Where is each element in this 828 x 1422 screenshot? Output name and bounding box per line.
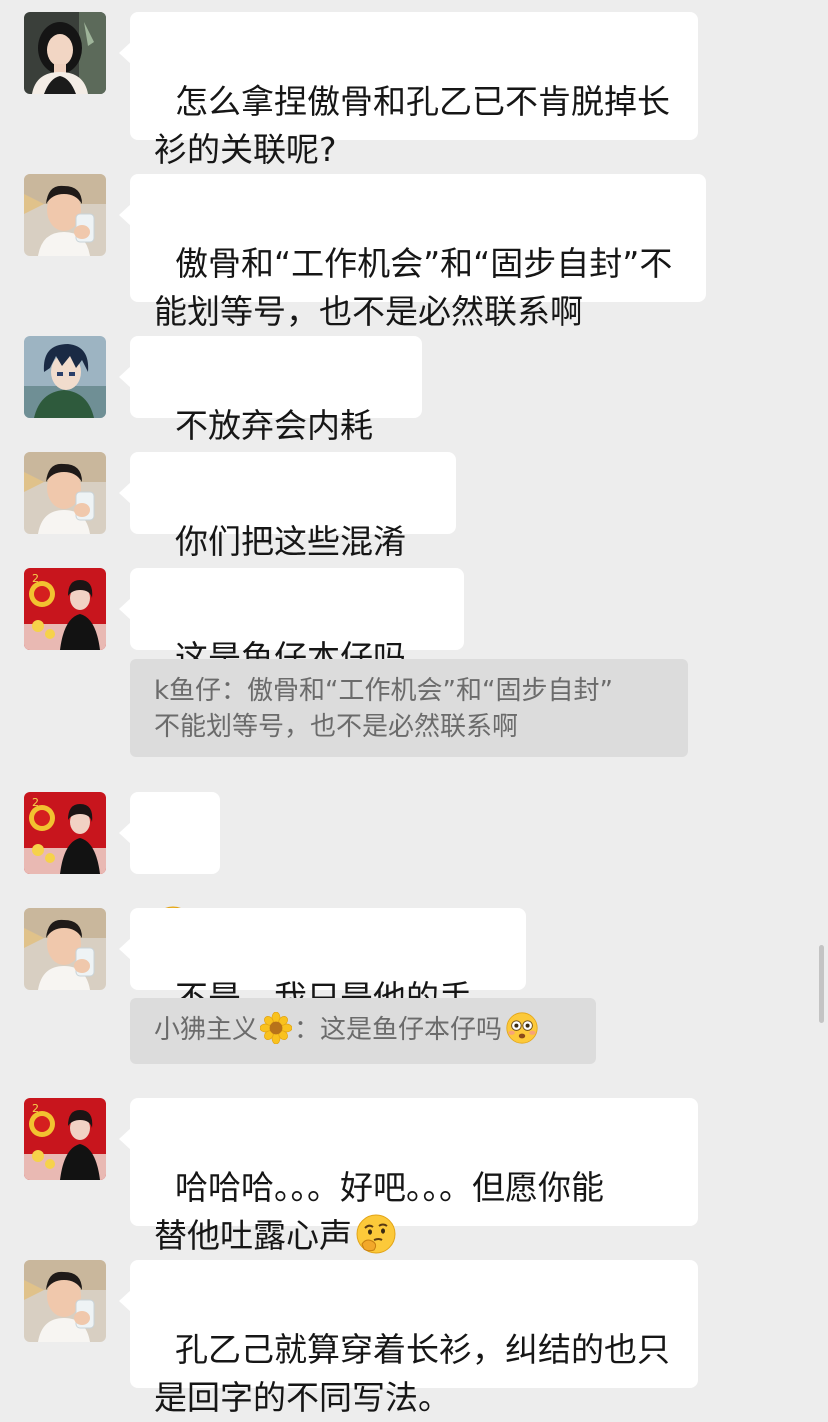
message-bubble[interactable]: 不放弃会内耗吧 [119,336,422,493]
message-bubble[interactable]: 怎么拿捏傲骨和孔乙已不肯脱掉长 衫的关联呢? [119,12,698,169]
man-drinking-avatar[interactable] [24,452,106,534]
message-bubble[interactable]: 傲骨和“工作机会”和“固步自封”不 能划等号，也不是必然联系啊 [119,174,706,331]
message-bubble[interactable]: 不是，我只是他的手机 [119,908,526,1065]
message-text: 怎么拿捏傲骨和孔乙已不肯脱掉长 衫的关联呢? [154,82,670,169]
quoted-sender-name: 小狒主义 [154,1015,259,1045]
quoted-reply[interactable]: k鱼仔：傲骨和“工作机会”和“固步自封” 不能划等号，也不是必然联系啊 [130,659,688,757]
man-drinking-avatar[interactable] [24,1260,106,1342]
man-drinking-avatar[interactable] [24,174,106,256]
message-bubble[interactable]: 这是鱼仔本仔吗 [119,568,464,650]
woman-portrait-avatar[interactable] [24,12,106,94]
message-text: 孔乙己就算穿着长衫，纠结的也只 是回字的不同写法。 [154,1330,670,1417]
quoted-text: ：这是鱼仔本仔吗 [294,1015,503,1045]
quoted-text: k鱼仔：傲骨和“工作机会”和“固步自封” 不能划等号，也不是必然联系啊 [154,676,613,742]
message-bubble[interactable]: 你们把这些混淆了 [119,452,456,609]
thinking-face-emoji [356,1214,396,1254]
message-bubble[interactable]: 孔乙己就算穿着长衫，纠结的也只 是回字的不同写法。 [119,1260,698,1417]
new-year-woman-avatar[interactable] [24,792,106,874]
flushed-face-emoji [506,1012,538,1044]
quoted-reply[interactable]: 小狒主义 ：这是鱼仔本仔吗 [130,998,596,1064]
scrollbar[interactable] [819,945,824,1023]
message-text: 傲骨和“工作机会”和“固步自封”不 能划等号，也不是必然联系啊 [154,244,673,331]
sunflower-emoji [260,1012,292,1044]
new-year-woman-avatar[interactable] [24,568,106,650]
anime-boy-avatar[interactable] [24,336,106,418]
message-bubble[interactable] [119,792,220,874]
new-year-woman-avatar[interactable] [24,1098,106,1180]
man-drinking-avatar[interactable] [24,908,106,990]
message-bubble[interactable]: 哈哈哈。。。好吧。。。但愿你能 替他吐露心声 [119,1098,698,1255]
